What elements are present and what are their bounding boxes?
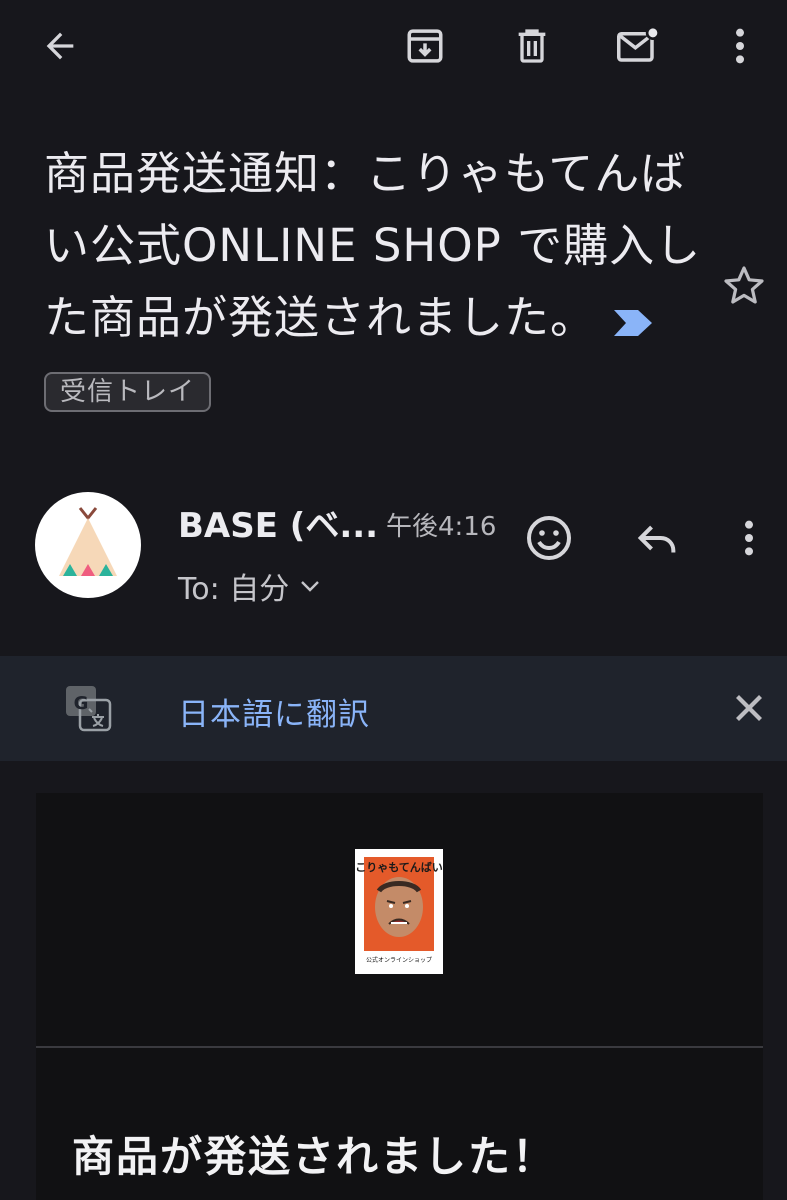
subject-text: 商品発送通知：こりゃもてんばい公式ONLINE SHOP で購入した商品が発送さ… [44,147,702,344]
close-translate-button[interactable] [726,685,772,731]
subject-block: 商品発送通知：こりゃもてんばい公式ONLINE SHOP で購入した商品が発送さ… [44,138,704,429]
svg-text:G: G [74,693,89,714]
arrow-back-icon [46,32,74,60]
sender-row: BASE (ベ... 午後4:16 To: 自分 [0,492,787,612]
logo-title-text: こりゃもてんばい [355,860,443,874]
sender-name[interactable]: BASE (ベ... [178,498,378,547]
body-divider [36,1046,763,1048]
translate-bar: G 日本語に翻訳 [0,656,787,761]
logo-subtitle-text: 公式オンラインショップ [366,956,432,964]
body-heading: 商品が発送されました！ [72,1132,557,1181]
important-marker-icon[interactable] [614,285,653,357]
mail-unread-icon [617,25,660,62]
more-vert-icon [736,28,744,64]
message-more-button[interactable] [723,512,775,564]
mark-unread-button[interactable] [614,22,662,70]
shop-logo-image[interactable]: こりゃもてんばい 公式オンラインショップ [355,849,443,974]
archive-button[interactable] [401,22,449,70]
translate-link[interactable]: 日本語に翻訳 [178,689,370,734]
back-button[interactable] [36,22,84,70]
reply-icon [637,525,676,553]
reply-button[interactable] [631,512,683,564]
star-icon [724,266,764,304]
delete-button[interactable] [508,22,556,70]
sent-time: 午後4:16 [386,512,497,542]
more-options-button[interactable] [716,22,764,70]
top-app-bar [0,0,787,96]
emoji-icon [527,516,571,560]
star-button[interactable] [720,262,768,310]
email-body: こりゃもてんばい 公式オンラインショップ 商品が発送されました！ [36,793,763,1200]
tent-logo-icon [59,507,117,576]
recipient-details-toggle[interactable]: To: 自分 [178,564,321,608]
more-vert-icon [745,520,753,556]
sender-avatar[interactable] [35,492,141,598]
recipient-text: To: 自分 [178,572,290,607]
trash-icon [518,29,546,63]
google-translate-icon: G [64,684,112,732]
close-icon [736,695,762,721]
inbox-label-chip[interactable]: 受信トレイ [44,372,212,412]
subject-heading: 商品発送通知：こりゃもてんばい公式ONLINE SHOP で購入した商品が発送さ… [44,138,704,429]
add-reaction-button[interactable] [523,512,575,564]
archive-icon [407,29,443,63]
chevron-down-icon [301,581,320,592]
